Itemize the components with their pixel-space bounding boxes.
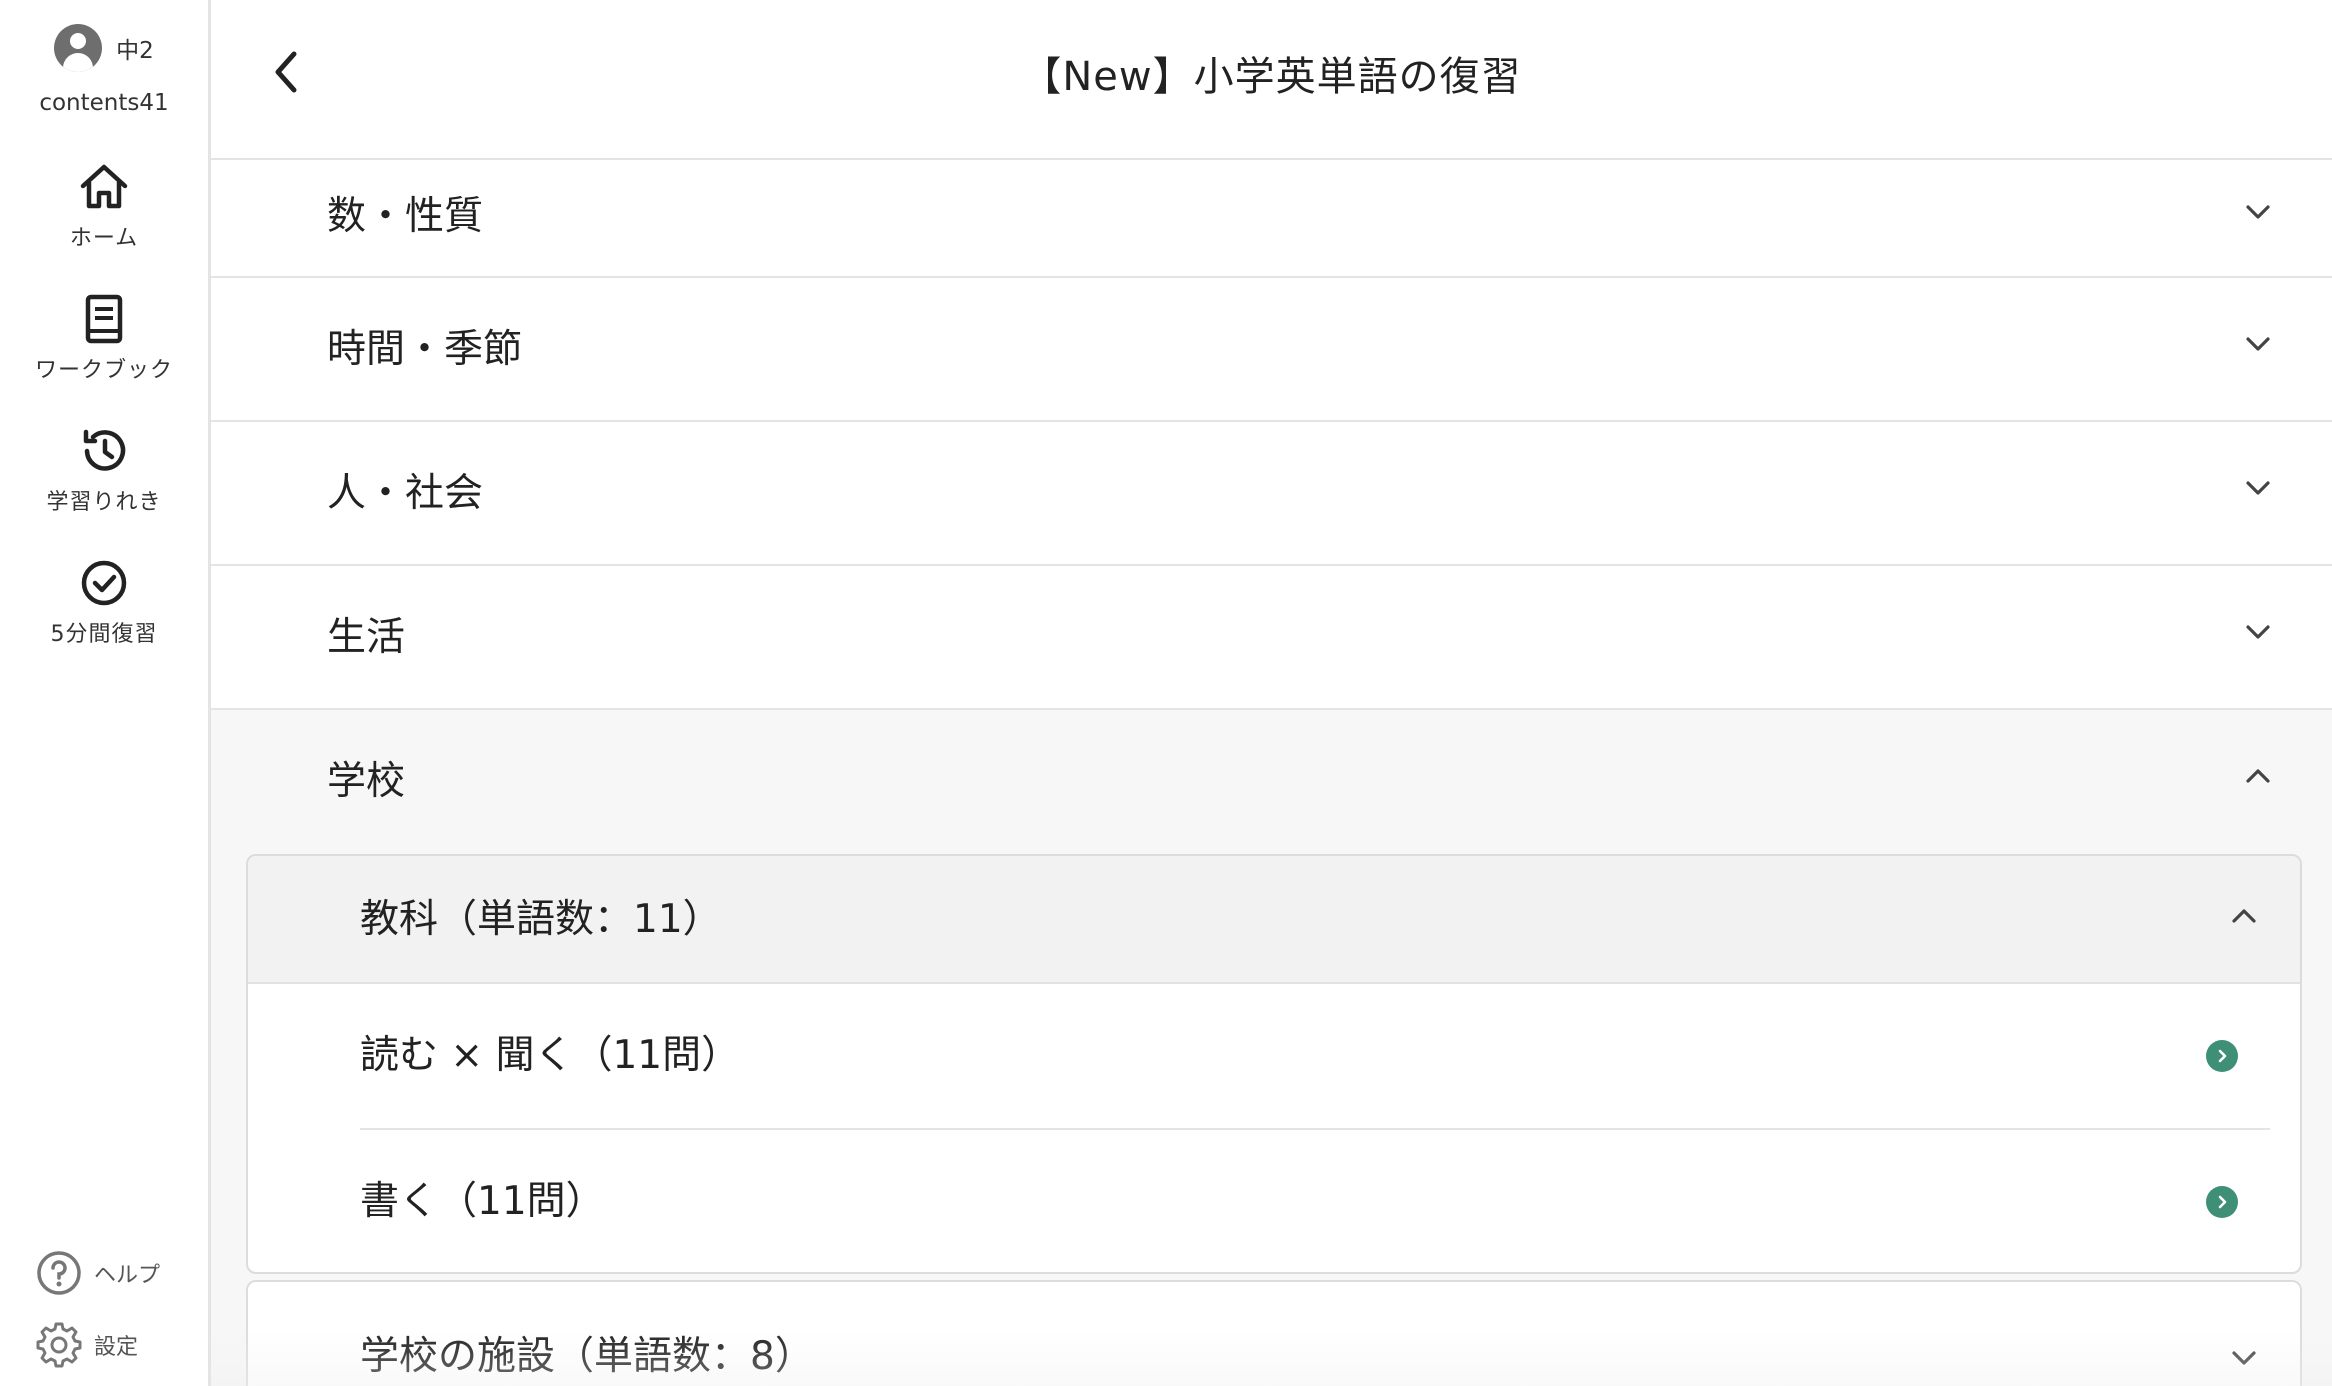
category-expanded-panel: 学校 教科（単語数：11） 読む × 聞く（11問） 書く（11問） 学校の施設… bbox=[211, 710, 2332, 1386]
sidebar-item-label: ワークブック bbox=[34, 358, 173, 383]
sidebar-item-label: 学習りれき bbox=[46, 490, 162, 515]
sidebar-item-workbook[interactable]: ワークブック bbox=[0, 294, 208, 384]
category-label: 生活 bbox=[327, 615, 406, 660]
help-link[interactable]: ヘルプ bbox=[36, 1250, 160, 1296]
category-row[interactable]: 生活 bbox=[211, 566, 2332, 710]
category-row[interactable]: 時間・季節 bbox=[211, 278, 2332, 422]
chevron-down-icon bbox=[2246, 205, 2270, 219]
help-label: ヘルプ bbox=[94, 1263, 161, 1288]
home-icon bbox=[80, 164, 128, 209]
user-row: 中2 bbox=[0, 20, 208, 76]
subcategory-card: 学校の施設（単語数：8） bbox=[246, 1280, 2302, 1386]
help-icon bbox=[37, 1251, 81, 1295]
check-circle-icon bbox=[81, 560, 127, 606]
chevron-down-icon bbox=[2246, 481, 2270, 495]
sidebar-item-review[interactable]: 5分間復習 bbox=[0, 558, 208, 648]
sidebar: 中2 contents41 ホーム ワークブック 学習りれき 5分間復習 ヘルプ… bbox=[0, 0, 211, 1386]
chevron-down-icon bbox=[2246, 337, 2270, 351]
username: contents41 bbox=[39, 90, 169, 116]
subcategory-header[interactable]: 学校の施設（単語数：8） bbox=[248, 1282, 2300, 1386]
category-label: 時間・季節 bbox=[327, 327, 523, 372]
user-info[interactable]: 中2 contents41 bbox=[0, 20, 208, 116]
gear-icon bbox=[36, 1322, 82, 1368]
exercise-item[interactable]: 書く（11問） bbox=[360, 1128, 2270, 1272]
category-list: 数・性質 時間・季節 人・社会 生活 学校 教科（単語数：11） 読む × 聞く… bbox=[211, 160, 2332, 1386]
category-label: 学校 bbox=[327, 759, 406, 804]
subcategory-label: 教科（単語数：11） bbox=[360, 897, 722, 942]
subcategory-header[interactable]: 教科（単語数：11） bbox=[248, 856, 2300, 984]
settings-label: 設定 bbox=[94, 1335, 139, 1360]
book-icon bbox=[85, 294, 123, 344]
page-header: 【New】小学英単語の復習 bbox=[211, 0, 2332, 160]
chevron-up-icon bbox=[2232, 909, 2256, 923]
sidebar-item-label: 5分間復習 bbox=[50, 622, 158, 647]
exercise-label: 書く（11問） bbox=[360, 1179, 605, 1224]
history-icon bbox=[83, 429, 126, 471]
subcategory-card: 教科（単語数：11） 読む × 聞く（11問） 書く（11問） bbox=[246, 854, 2302, 1274]
avatar-icon bbox=[54, 24, 103, 72]
sidebar-item-history[interactable]: 学習りれき bbox=[0, 426, 208, 516]
sidebar-item-label: ホーム bbox=[69, 226, 139, 251]
sidebar-item-home[interactable]: ホーム bbox=[0, 162, 208, 252]
exercise-label: 読む × 聞く（11問） bbox=[360, 1033, 741, 1078]
settings-link[interactable]: 設定 bbox=[36, 1322, 138, 1368]
arrow-right-circle-icon bbox=[2206, 1040, 2238, 1072]
arrow-right-circle-icon bbox=[2206, 1186, 2238, 1218]
category-label: 数・性質 bbox=[327, 194, 484, 239]
category-row[interactable]: 人・社会 bbox=[211, 422, 2332, 566]
category-row-expanded[interactable]: 学校 bbox=[211, 710, 2332, 854]
chevron-down-icon bbox=[2232, 1351, 2256, 1365]
page-title: 【New】小学英単語の復習 bbox=[1021, 54, 1522, 100]
exercise-item[interactable]: 読む × 聞く（11問） bbox=[360, 984, 2270, 1128]
chevron-down-icon bbox=[2246, 625, 2270, 639]
subcategory-label: 学校の施設（単語数：8） bbox=[360, 1334, 814, 1379]
category-label: 人・社会 bbox=[327, 471, 484, 516]
user-grade: 中2 bbox=[116, 38, 154, 64]
chevron-up-icon bbox=[2246, 769, 2270, 783]
category-row[interactable]: 数・性質 bbox=[211, 160, 2332, 278]
